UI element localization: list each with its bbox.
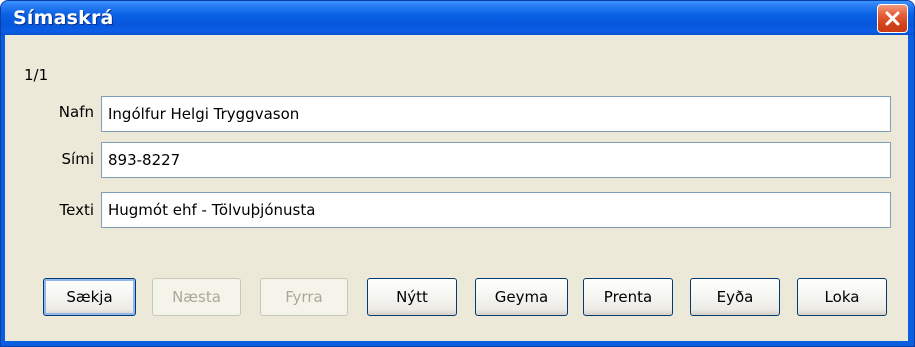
- close-button[interactable]: Loka: [797, 278, 887, 316]
- previous-button[interactable]: Fyrra: [260, 278, 348, 316]
- close-x-icon: [885, 11, 900, 26]
- record-counter: 1/1: [24, 66, 49, 84]
- save-button[interactable]: Geyma: [475, 278, 568, 316]
- close-window-button[interactable]: [877, 4, 908, 33]
- new-button[interactable]: Nýtt: [367, 278, 457, 316]
- next-button[interactable]: Næsta: [152, 278, 241, 316]
- name-label: Nafn: [58, 103, 94, 121]
- print-button[interactable]: Prenta: [583, 278, 673, 316]
- title-bar[interactable]: Símaskrá: [1, 1, 914, 35]
- fetch-button[interactable]: Sækja: [43, 278, 136, 316]
- phone-label: Sími: [61, 150, 94, 168]
- phone-field[interactable]: [101, 142, 891, 178]
- name-field[interactable]: [101, 96, 891, 132]
- delete-button[interactable]: Eyða: [690, 278, 780, 316]
- window-title: Símaskrá: [13, 7, 114, 29]
- text-field[interactable]: [101, 192, 891, 228]
- text-label: Texti: [59, 201, 94, 219]
